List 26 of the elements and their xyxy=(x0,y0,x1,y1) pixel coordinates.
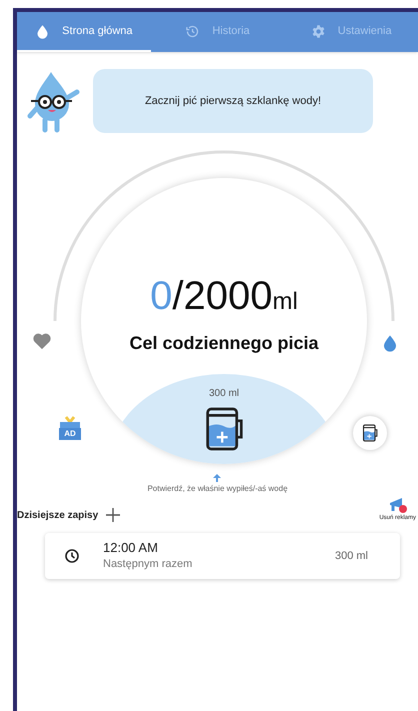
add-icon[interactable] xyxy=(106,508,120,522)
hint-text: Potwierdź, że właśnie wypiłeś/-aś wodę xyxy=(147,483,288,495)
history-icon xyxy=(185,24,200,38)
heart-icon xyxy=(32,332,52,350)
record-volume: 300 ml xyxy=(334,548,368,564)
settings-icon xyxy=(310,24,326,38)
ad-gift-button[interactable]: AD xyxy=(57,416,83,440)
record-time: 12:00 AM xyxy=(103,540,159,556)
arrow-up-icon xyxy=(212,474,220,482)
tab[interactable]: Historia xyxy=(150,12,284,52)
cup-plus-icon xyxy=(204,405,244,453)
water-drop-icon xyxy=(381,333,399,353)
goal-caption: Cel codziennego picia xyxy=(129,332,319,355)
change-cup-button[interactable] xyxy=(353,416,387,450)
gift-icon xyxy=(58,416,82,428)
tab[interactable]: Strona główna xyxy=(17,12,151,52)
tab[interactable]: Ustawienia xyxy=(284,12,418,52)
record-note: Następnym razem xyxy=(103,556,192,572)
water-amount: 0/2000ml xyxy=(150,276,298,316)
records-title: Dzisiejsze zapisy xyxy=(17,508,98,522)
drop-icon xyxy=(35,24,50,38)
megaphone-icon xyxy=(388,497,408,514)
mascot-message: Zacznij pić pierwszą szklankę wody! xyxy=(144,94,322,109)
record-card[interactable]: 12:00 AM Następnym razem 300 ml xyxy=(45,533,400,579)
cup-icon xyxy=(362,424,378,442)
clock-icon xyxy=(65,549,79,563)
